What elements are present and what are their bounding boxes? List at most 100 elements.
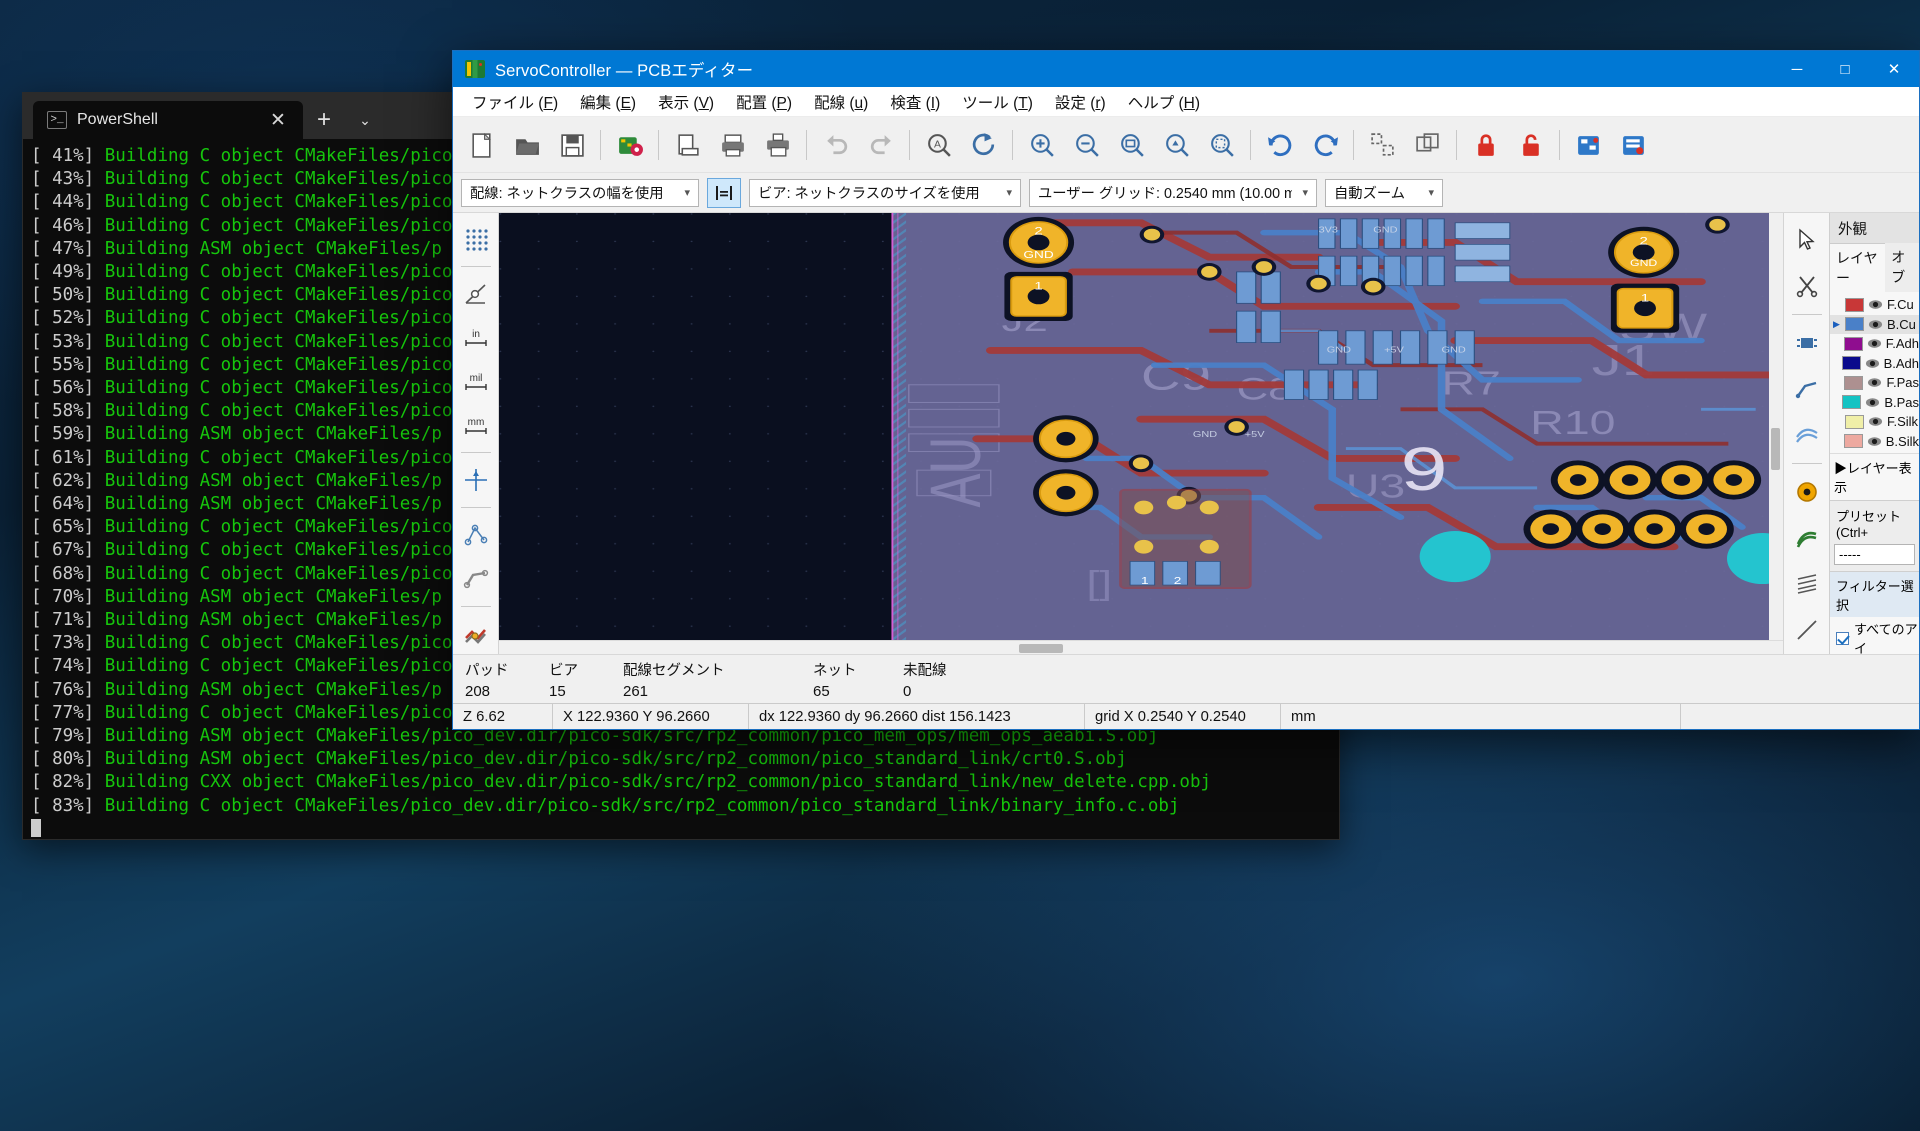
select-tool-icon[interactable] [1787,219,1827,261]
menu-6[interactable]: 検査 (I) [879,88,951,116]
layer-color-swatch[interactable] [1845,317,1864,332]
eye-icon[interactable] [1868,297,1883,312]
zoom-fit-icon[interactable] [1109,122,1154,168]
layer-row[interactable]: B.Pas [1830,393,1919,413]
layer-row[interactable]: F.Adh [1830,334,1919,354]
eye-icon[interactable] [1868,317,1883,332]
menu-8[interactable]: 設定 (r) [1044,88,1117,116]
measure-angle-icon[interactable] [456,274,496,314]
redo-icon[interactable] [858,122,903,168]
minimize-button[interactable]: ─ [1773,51,1821,87]
eye-icon[interactable] [1865,356,1880,371]
canvas-horizontal-scrollbar[interactable] [499,640,1783,654]
array-icon[interactable] [1360,122,1405,168]
board-setup-icon[interactable] [607,122,652,168]
layer-color-swatch[interactable] [1843,434,1863,449]
ratsnest-icon[interactable] [456,515,496,555]
zoom-objects-icon[interactable] [1154,122,1199,168]
new-tab-button[interactable]: + [303,101,345,139]
layer-row[interactable]: F.Silk [1830,412,1919,432]
group-icon[interactable] [1405,122,1450,168]
menu-5[interactable]: 配線 (u) [803,88,879,116]
line-tool-icon[interactable] [1787,609,1827,651]
footprint-editor-icon[interactable] [1566,122,1611,168]
grid-select[interactable]: ユーザー グリッド: 0.2540 mm (10.00 mil) ▾ [1029,178,1317,207]
scrollbar-thumb[interactable] [1019,644,1063,653]
zoom-out-icon[interactable] [1064,122,1109,168]
grid-origin-icon[interactable] [456,219,496,259]
cut-tool-icon[interactable] [1787,265,1827,307]
layer-color-swatch[interactable] [1845,297,1864,312]
layer-color-swatch[interactable] [1842,395,1862,410]
footprint-tool-icon[interactable] [1787,322,1827,364]
eye-icon[interactable] [1867,375,1882,390]
layer-row[interactable]: B.Silk [1830,432,1919,452]
open-board-icon[interactable] [504,122,549,168]
scrollbar-thumb[interactable] [1771,428,1780,470]
zone-filled-icon[interactable] [456,614,496,654]
layer-display-expander[interactable]: ▶レイヤー表示 [1830,453,1919,500]
filter-checkbox-row[interactable]: すべてのアイ [1830,617,1919,654]
menu-9[interactable]: ヘルプ (H) [1117,88,1211,116]
find-icon[interactable]: A [916,122,961,168]
eye-icon[interactable] [1867,336,1882,351]
track-tool-icon[interactable] [1787,368,1827,410]
unlock-icon[interactable] [1508,122,1553,168]
footprint-library-icon[interactable] [1611,122,1656,168]
layer-color-swatch[interactable] [1843,336,1863,351]
layer-color-swatch[interactable] [1844,375,1864,390]
menu-3[interactable]: 表示 (V) [647,88,725,116]
dimension-icon[interactable] [1787,563,1827,605]
units-mm-icon[interactable]: mm [456,406,496,446]
units-in-icon[interactable]: in [456,318,496,358]
layer-color-swatch[interactable] [1841,356,1861,371]
menu-7[interactable]: ツール (T) [951,88,1044,116]
new-board-icon[interactable] [459,122,504,168]
status-column: 配線セグメント 261 [623,659,813,700]
menu-4[interactable]: 配置 (P) [725,88,803,116]
checkbox[interactable] [1836,631,1849,645]
rotate-ccw-icon[interactable] [1257,122,1302,168]
close-icon[interactable]: ✕ [265,109,291,132]
track-display-icon[interactable] [456,559,496,599]
eye-icon[interactable] [1865,395,1880,410]
track-width-toggle[interactable] [707,177,741,208]
console-line: [ 83%] Building C object CMakeFiles/pico… [31,795,1339,818]
undo-icon[interactable] [813,122,858,168]
page-settings-icon[interactable] [665,122,710,168]
layer-row[interactable]: F.Pas [1830,373,1919,393]
pcb-canvas[interactable]: AU [] C9 C8 R7 R10 SW J1 J2 U3 J3 [499,213,1783,640]
save-board-icon[interactable] [549,122,594,168]
chevron-down-icon[interactable]: ⌄ [345,101,385,139]
via-tool-icon[interactable] [1787,414,1827,456]
appearance-tab-1[interactable]: レイヤー [1830,243,1886,292]
eye-icon[interactable] [1868,414,1883,429]
plot-icon[interactable] [755,122,800,168]
track-width-select[interactable]: 配線: ネットクラスの幅を使用 ▾ [461,178,699,207]
close-button[interactable]: ✕ [1869,51,1919,87]
cursor-crosshair-icon[interactable] [456,460,496,500]
preset-select[interactable]: ----- [1834,544,1915,565]
maximize-button[interactable]: □ [1821,51,1869,87]
layer-row[interactable]: B.Adh [1830,354,1919,374]
menu-2[interactable]: 編集 (E) [569,88,647,116]
layer-row[interactable]: ▶ B.Cu [1830,314,1919,334]
menu-1[interactable]: ファイル (F) [461,88,569,116]
layer-color-swatch[interactable] [1845,414,1864,429]
via-size-select[interactable]: ビア: ネットクラスのサイズを使用 ▾ [749,178,1021,207]
zoom-in-icon[interactable] [1019,122,1064,168]
eye-icon[interactable] [1867,434,1882,449]
powershell-tab[interactable]: >_ PowerShell ✕ [33,101,303,139]
zoom-select[interactable]: 自動ズーム ▾ [1325,178,1443,207]
layer-row[interactable]: F.Cu [1830,295,1919,315]
canvas-vertical-scrollbar[interactable] [1769,213,1783,640]
refresh-icon[interactable] [961,122,1006,168]
rule-area-icon[interactable] [1787,517,1827,559]
lock-icon[interactable] [1463,122,1508,168]
zoom-selection-icon[interactable] [1199,122,1244,168]
zone-tool-icon[interactable] [1787,471,1827,513]
appearance-tab-2[interactable]: オブ [1885,243,1919,292]
units-mil-icon[interactable]: mil [456,362,496,402]
print-icon[interactable] [710,122,755,168]
rotate-cw-icon[interactable] [1302,122,1347,168]
